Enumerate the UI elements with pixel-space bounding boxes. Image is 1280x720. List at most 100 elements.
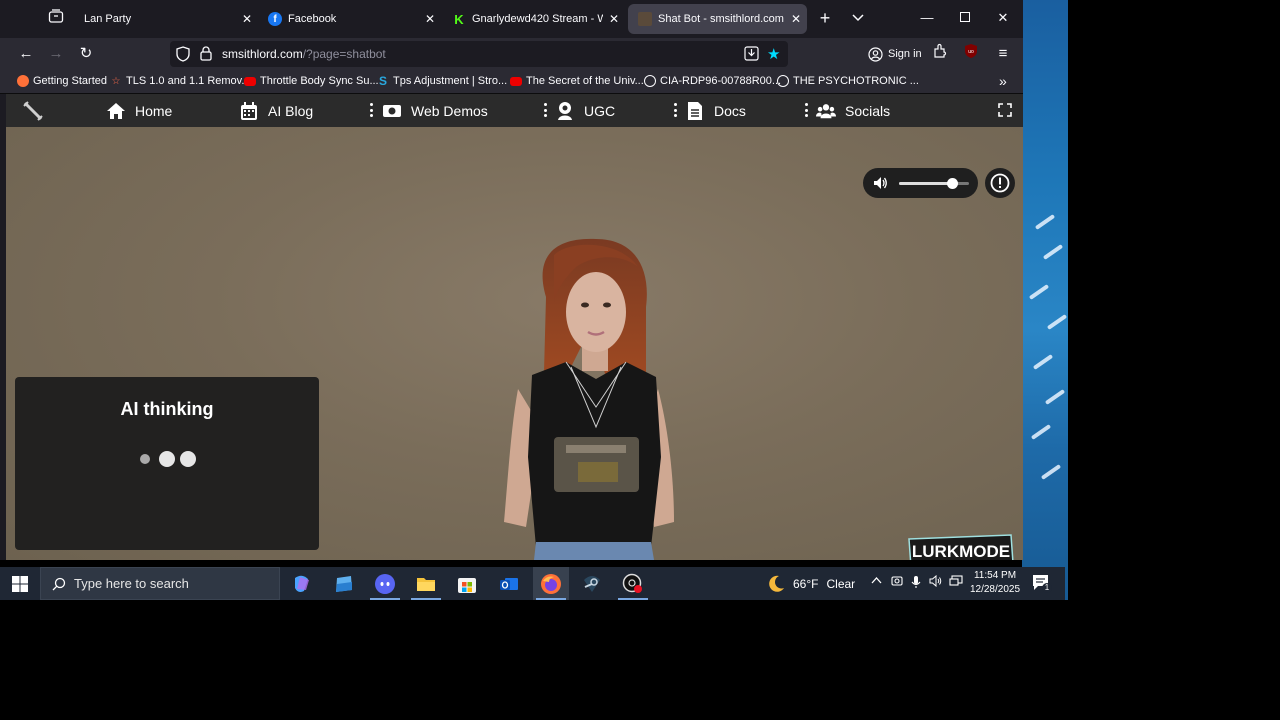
- app-window-icon[interactable]: [326, 567, 362, 600]
- notifications-button[interactable]: 1: [1032, 574, 1052, 593]
- volume-knob[interactable]: [946, 178, 958, 189]
- tab-title: Lan Party: [84, 13, 132, 25]
- tab-shat-bot[interactable]: Shat Bot - smsithlord.com ✕: [628, 4, 807, 34]
- youtube-icon: [510, 76, 522, 86]
- users-icon: [816, 101, 836, 121]
- ublock-origin-icon[interactable]: uo: [959, 43, 983, 65]
- bookmark-item[interactable]: S Tps Adjustment | Stro...: [377, 74, 508, 88]
- bookmark-item[interactable]: Getting Started: [17, 75, 107, 87]
- new-tab-button[interactable]: +: [813, 8, 837, 28]
- nav-ai-blog[interactable]: AI Blog: [239, 100, 313, 122]
- tab-title: Facebook: [288, 13, 337, 25]
- svg-text:uo: uo: [968, 49, 974, 55]
- weather-widget[interactable]: 66°F Clear: [766, 567, 855, 600]
- tab-title: Shat Bot - smsithlord.com: [658, 13, 784, 25]
- start-button[interactable]: [0, 567, 40, 600]
- url-bar[interactable]: smsithlord.com/?page=shatbot ★: [170, 41, 788, 67]
- url-host: smsithlord.com: [222, 47, 303, 61]
- kebab-menu-icon[interactable]: [673, 103, 677, 117]
- close-icon[interactable]: ✕: [603, 12, 625, 26]
- bookmark-item[interactable]: The Secret of the Univ...: [510, 75, 644, 87]
- tab-overview-icon[interactable]: [44, 8, 68, 30]
- menu-icon[interactable]: ≡: [991, 43, 1015, 65]
- microsoft-store-icon[interactable]: [449, 567, 485, 600]
- close-icon[interactable]: ✕: [236, 12, 258, 26]
- microphone-icon[interactable]: [909, 575, 923, 591]
- bookmark-label: TLS 1.0 and 1.1 Remov...: [126, 75, 251, 87]
- user-icon: [555, 101, 575, 121]
- nav-home[interactable]: Home: [106, 100, 172, 122]
- fullscreen-icon[interactable]: [998, 103, 1012, 122]
- logo-text: LURKMODE: [912, 542, 1010, 560]
- sign-in-button[interactable]: Sign in: [862, 42, 928, 66]
- tab-lan-party[interactable]: Lan Party ✕: [74, 4, 258, 34]
- close-icon[interactable]: ✕: [785, 12, 807, 26]
- firefox-icon: [17, 75, 29, 87]
- bookmark-label: Tps Adjustment | Stro...: [393, 75, 508, 87]
- chevron-up-icon[interactable]: [869, 575, 883, 591]
- obs-recording-icon[interactable]: [615, 567, 651, 600]
- copilot-icon[interactable]: [284, 567, 320, 600]
- firefox-icon[interactable]: [533, 567, 569, 600]
- browser-window: Lan Party ✕ f Facebook ✕ K Gnarlydewd420…: [0, 0, 1023, 560]
- close-icon[interactable]: ✕: [419, 12, 441, 26]
- tab-list-button[interactable]: [846, 8, 870, 28]
- kebab-menu-icon[interactable]: [369, 103, 373, 117]
- lock-icon[interactable]: [200, 46, 212, 66]
- bookmark-item[interactable]: Throttle Body Sync Su...: [244, 75, 379, 87]
- taskbar-search[interactable]: Type here to search: [40, 567, 280, 600]
- page-content: Home AI Blog Web Demos UGC Docs Socials …: [6, 94, 1023, 560]
- nav-ugc[interactable]: UGC: [555, 100, 615, 122]
- outlook-icon[interactable]: [491, 567, 527, 600]
- tab-stream[interactable]: K Gnarlydewd420 Stream - Watc ✕: [442, 4, 625, 34]
- back-icon[interactable]: ←: [14, 43, 38, 65]
- kebab-menu-icon[interactable]: [543, 103, 547, 117]
- star-icon: ☆: [111, 75, 121, 87]
- reload-icon[interactable]: ↻: [74, 43, 98, 65]
- loading-dot: [140, 454, 150, 464]
- video-icon: [382, 101, 402, 121]
- site-logo-icon[interactable]: [22, 100, 44, 127]
- forward-icon[interactable]: →: [44, 43, 68, 65]
- nav-label: Web Demos: [411, 103, 488, 119]
- clock[interactable]: 11:54 PM 12/28/2025: [966, 569, 1024, 597]
- tab-bar: Lan Party ✕ f Facebook ✕ K Gnarlydewd420…: [0, 0, 1023, 38]
- bookmark-item[interactable]: ☆ TLS 1.0 and 1.1 Remov...: [110, 75, 251, 87]
- camera-icon[interactable]: [890, 575, 904, 591]
- download-page-icon[interactable]: [744, 46, 759, 66]
- minimize-button[interactable]: —: [915, 8, 939, 28]
- maximize-button[interactable]: [953, 8, 977, 28]
- close-window-button[interactable]: ✕: [991, 8, 1015, 28]
- shield-icon[interactable]: [176, 46, 190, 67]
- loading-dot: [159, 451, 175, 467]
- site-favicon-icon: [638, 12, 652, 26]
- discord-icon[interactable]: [367, 567, 403, 600]
- network-icon[interactable]: [949, 575, 963, 591]
- url-text: smsithlord.com/?page=shatbot: [222, 47, 386, 61]
- sign-in-label: Sign in: [888, 48, 922, 60]
- volume-icon[interactable]: [928, 574, 942, 591]
- nav-web-demos[interactable]: Web Demos: [382, 100, 488, 122]
- bookmark-item[interactable]: CIA-RDP96-00788R00...: [644, 75, 781, 87]
- file-explorer-icon[interactable]: [408, 567, 444, 600]
- alert-button[interactable]: [985, 168, 1015, 198]
- volume-slider[interactable]: [899, 178, 969, 189]
- bookmark-star-icon[interactable]: ★: [767, 45, 780, 63]
- bookmark-item[interactable]: THE PSYCHOTRONIC ...: [777, 75, 919, 87]
- tab-facebook[interactable]: f Facebook ✕: [258, 4, 441, 34]
- nav-socials[interactable]: Socials: [816, 100, 890, 122]
- clock-date: 12/28/2025: [969, 584, 1021, 595]
- facebook-icon: f: [268, 12, 282, 26]
- steam-icon[interactable]: [574, 567, 610, 600]
- site-navigation: Home AI Blog Web Demos UGC Docs Socials: [6, 94, 1023, 127]
- extensions-icon[interactable]: [928, 43, 952, 65]
- more-bookmarks-icon[interactable]: »: [999, 73, 1007, 89]
- s-logo-icon: S: [378, 74, 387, 88]
- kebab-menu-icon[interactable]: [804, 103, 808, 117]
- volume-fill: [899, 182, 952, 185]
- nav-docs[interactable]: Docs: [685, 100, 746, 122]
- bookmark-label: CIA-RDP96-00788R00...: [660, 75, 782, 87]
- navigation-toolbar: ← → ↻ smsithlord.com/?page=shatbot ★ Sig…: [0, 38, 1023, 70]
- notification-count: 1: [1042, 583, 1052, 593]
- speaker-icon[interactable]: [873, 176, 888, 195]
